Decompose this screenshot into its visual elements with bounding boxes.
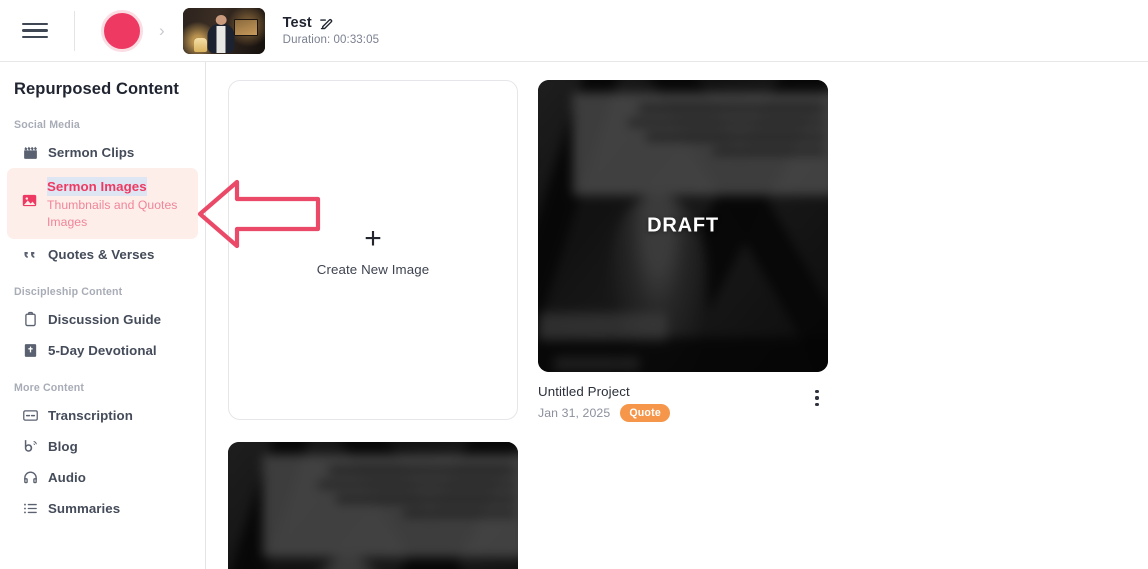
header-project-meta: Test Duration: 00:33:05 <box>283 15 379 46</box>
edit-pencil-icon[interactable] <box>319 16 334 31</box>
image-project-card: DRAFT Untitled Project Jan 31, 2025 Quot… <box>538 80 828 422</box>
header-title-row: Test <box>283 15 379 31</box>
sidebar-item-sublabel: Thumbnails and Quotes Images <box>47 198 178 229</box>
project-card-meta: Untitled Project Jan 31, 2025 Quote <box>538 384 828 422</box>
thumbnail-quote-line <box>627 118 827 127</box>
content-grid: + Create New Image DRAFT Untitled Projec… <box>206 62 1148 569</box>
sidebar-item-label: Sermon Images <box>47 177 147 197</box>
blog-icon <box>24 440 37 452</box>
video-thumbnail-lamp <box>194 37 208 52</box>
thumbnail-quote-line <box>402 509 517 518</box>
thumbnail-quote-box <box>262 454 518 558</box>
thumbnail-quote-line <box>638 104 827 113</box>
image-icon <box>22 194 37 207</box>
project-thumbnail-art <box>228 442 518 569</box>
video-duration: Duration: 00:33:05 <box>282 34 380 46</box>
app-body: Repurposed Content Social Media Sermon C… <box>0 62 1148 569</box>
project-card-title: Untitled Project <box>538 384 630 399</box>
create-new-image-label: Create New Image <box>316 261 430 277</box>
sidebar-item-label: Blog <box>48 439 78 455</box>
sidebar-item-audio[interactable]: Audio <box>0 462 205 493</box>
sidebar-item-sermon-images[interactable]: Sermon Images Thumbnails and Quotes Imag… <box>7 168 198 240</box>
create-new-image-card-wrapper: + Create New Image <box>228 80 518 422</box>
project-thumbnail[interactable]: DRAFT <box>538 80 828 372</box>
sidebar-item-label: Summaries <box>48 501 121 517</box>
video-thumbnail[interactable] <box>182 7 265 54</box>
page-title: Test <box>282 15 312 31</box>
thumbnail-quote-line <box>712 147 827 156</box>
thumbnail-quote-line <box>328 466 517 475</box>
sidebar-item-transcription[interactable]: Transcription <box>0 400 205 431</box>
sidebar-item-discussion-guide[interactable]: Discussion Guide <box>0 304 205 335</box>
sidebar-item-label: Audio <box>48 470 86 486</box>
project-card-date: Jan 31, 2025 <box>538 406 611 420</box>
plus-icon: + <box>364 221 382 255</box>
thumbnail-quote-line <box>317 480 517 489</box>
sidebar-item-quotes-verses[interactable]: Quotes & Verses <box>0 239 205 270</box>
image-project-card: DRAFT Untitled Project Jan 31, 2025 Quot… <box>228 442 518 569</box>
thumbnail-caption-strip <box>538 312 668 341</box>
video-thumbnail-person-head <box>215 15 227 26</box>
sidebar: Repurposed Content Social Media Sermon C… <box>0 62 206 569</box>
project-thumbnail[interactable]: DRAFT <box>228 442 518 569</box>
list-icon <box>24 503 37 514</box>
app-header: › Test Duration: 00:33:05 <box>0 0 1148 62</box>
sidebar-item-label: Discussion Guide <box>48 312 162 328</box>
project-card-info: Untitled Project Jan 31, 2025 Quote <box>538 384 670 422</box>
sidebar-item-label: Quotes & Verses <box>48 247 155 263</box>
headphones-icon <box>24 471 37 484</box>
hamburger-icon[interactable] <box>22 20 48 42</box>
thumbnail-caption-strip-small <box>553 356 640 372</box>
project-card-subrow: Jan 31, 2025 Quote <box>538 404 670 422</box>
sidebar-title: Repurposed Content <box>14 80 179 98</box>
thumbnail-quote-line <box>336 494 517 503</box>
create-new-image-button[interactable]: + Create New Image <box>228 80 518 420</box>
sidebar-item-label: Sermon Clips <box>48 145 135 160</box>
clipboard-icon <box>25 312 36 327</box>
brand-circle-logo[interactable] <box>101 9 143 52</box>
sidebar-group-label: Social Media <box>14 119 80 131</box>
thumbnail-quote-box <box>572 92 828 196</box>
book-icon <box>24 344 37 358</box>
draft-badge: DRAFT <box>647 214 719 237</box>
project-type-badge: Quote <box>620 404 670 422</box>
sidebar-group-discipleship-content: Discipleship Content Discussion Guide 5-… <box>0 286 205 366</box>
video-thumbnail-frame <box>233 18 259 36</box>
sidebar-item-sermon-images-text: Sermon Images Thumbnails and Quotes Imag… <box>47 177 187 230</box>
sidebar-group-more-content: More Content Transcription Blog Audio Su… <box>0 382 205 524</box>
thumbnail-quote-line <box>646 132 827 141</box>
video-thumbnail-person-shirt <box>216 25 226 53</box>
sidebar-item-label: 5-Day Devotional <box>48 343 157 359</box>
chevron-right-icon: › <box>159 21 165 40</box>
sidebar-item-label: Transcription <box>48 408 133 424</box>
app-root: › Test Duration: 00:33:05 Repurposed Con… <box>0 0 1148 569</box>
sidebar-item-blog[interactable]: Blog <box>0 431 205 462</box>
kebab-menu-icon[interactable] <box>806 386 828 410</box>
sidebar-item-sermon-clips[interactable]: Sermon Clips <box>0 137 205 168</box>
sidebar-group-social-media: Social Media Sermon Clips Sermon Images … <box>0 119 205 270</box>
clapperboard-icon <box>24 146 37 159</box>
sidebar-item-5-day-devotional[interactable]: 5-Day Devotional <box>0 335 205 366</box>
sidebar-group-label: More Content <box>14 382 85 395</box>
quote-marks-icon <box>24 252 35 259</box>
header-divider <box>74 10 75 51</box>
sidebar-item-summaries[interactable]: Summaries <box>0 493 205 524</box>
sidebar-group-label: Discipleship Content <box>14 286 123 299</box>
captions-icon <box>23 410 38 421</box>
